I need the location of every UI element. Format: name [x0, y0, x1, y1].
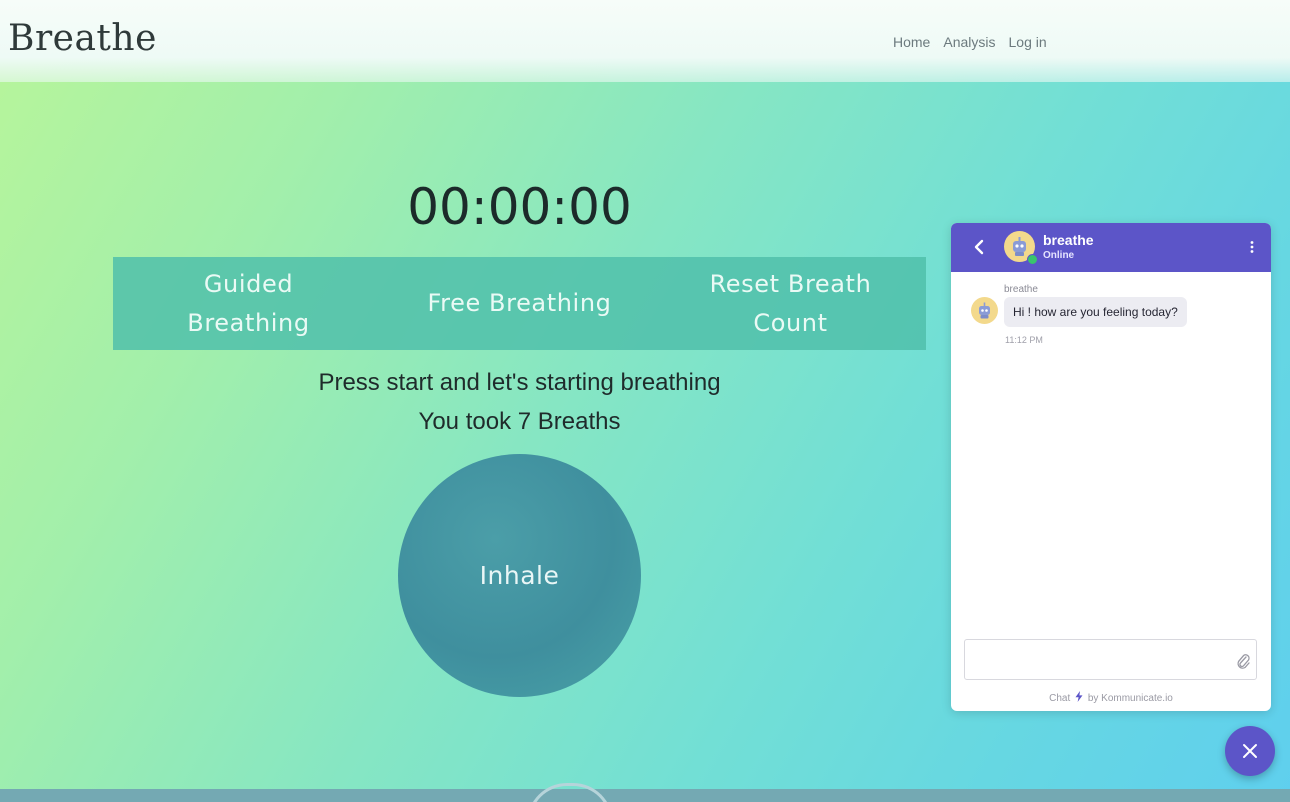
reset-breath-count-button[interactable]: Reset Breath Count — [655, 265, 926, 343]
bot-avatar — [1004, 231, 1038, 265]
breath-count-text: You took 7 Breaths — [418, 408, 621, 435]
chat-close-button[interactable] — [1225, 726, 1275, 776]
nav-login-link[interactable]: Log in — [1009, 34, 1047, 50]
main-nav: Home Analysis Log in — [893, 34, 1047, 50]
chat-powered-by: Chat by Kommunicate.io — [951, 691, 1271, 704]
bot-avatar-icon — [979, 302, 990, 319]
chat-header: breathe Online — [951, 223, 1271, 272]
breathing-mode-bar: Guided Breathing Free Breathing Reset Br… — [113, 257, 926, 350]
chat-widget: breathe Online breathe Hi ! how are you … — [951, 223, 1271, 711]
site-header: Breathe Home Analysis Log in — [0, 0, 1290, 82]
message-bubble: Hi ! how are you feeling today? — [1004, 297, 1187, 327]
free-breathing-button[interactable]: Free Breathing — [384, 284, 655, 323]
message-sender: breathe — [1004, 284, 1038, 295]
bolt-icon — [1075, 691, 1083, 702]
close-icon — [1243, 744, 1257, 758]
breathing-phase-label: Inhale — [479, 561, 560, 590]
session-timer: 00:00:00 — [407, 178, 632, 236]
nav-analysis-link[interactable]: Analysis — [943, 34, 995, 50]
breathing-circle[interactable]: Inhale — [398, 454, 641, 697]
chat-bot-status: Online — [1043, 250, 1075, 261]
paperclip-icon[interactable] — [1235, 652, 1251, 670]
message-bot-avatar — [971, 297, 998, 324]
online-indicator — [1027, 254, 1038, 265]
site-logo[interactable]: Breathe — [8, 18, 157, 59]
chat-footer-suffix[interactable]: by Kommunicate.io — [1088, 693, 1173, 704]
guided-breathing-button[interactable]: Guided Breathing — [113, 265, 384, 343]
footer-strip — [0, 789, 1290, 802]
back-arrow-icon[interactable] — [971, 237, 987, 257]
more-vertical-icon[interactable] — [1247, 239, 1257, 255]
chat-message-input[interactable] — [964, 639, 1257, 680]
chat-bot-name: breathe — [1043, 232, 1094, 248]
message-time: 11:12 PM — [1005, 335, 1043, 345]
instruction-text: Press start and let's starting breathing — [318, 369, 721, 396]
nav-home-link[interactable]: Home — [893, 34, 930, 50]
chat-footer-prefix: Chat — [1049, 693, 1071, 704]
